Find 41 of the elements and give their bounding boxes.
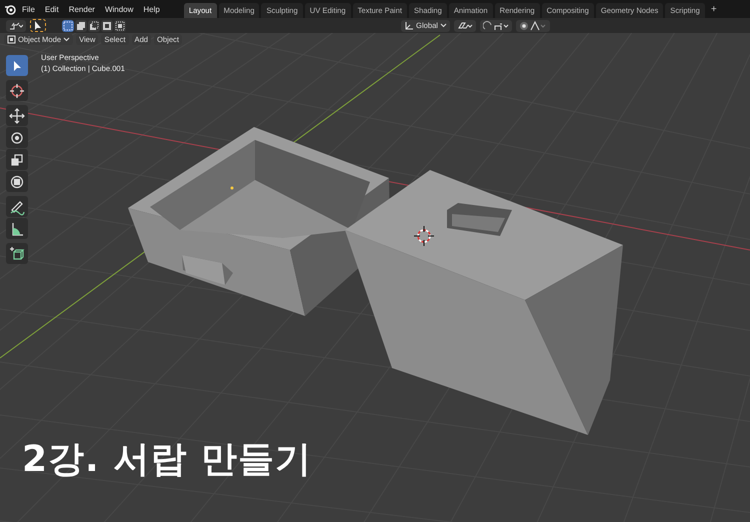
pivot-icon xyxy=(457,20,473,30)
object-origin-dot xyxy=(230,186,234,190)
axes-icon xyxy=(404,20,414,30)
menu-item[interactable]: Render xyxy=(64,4,99,14)
select-tool-button[interactable] xyxy=(6,55,28,76)
measure-tool-button[interactable] xyxy=(6,218,28,239)
rotate-tool-button[interactable] xyxy=(6,127,28,148)
move-arrows-icon xyxy=(8,106,26,124)
pivot-point-dropdown[interactable] xyxy=(454,20,476,32)
chevron-down-icon xyxy=(440,23,447,28)
menu-item[interactable]: File xyxy=(18,4,39,14)
add-workspace-button[interactable]: + xyxy=(706,4,721,14)
blender-logo-icon[interactable] xyxy=(4,3,16,15)
cursor-tool-button[interactable] xyxy=(6,80,28,101)
menu-item[interactable]: Window xyxy=(100,4,138,14)
chevron-down-icon xyxy=(63,37,70,42)
snap-icon xyxy=(483,20,509,30)
crosshair-icon xyxy=(8,82,26,100)
transform-tool-button[interactable] xyxy=(6,171,28,192)
3d-cursor-icon xyxy=(414,226,434,246)
select-tool-button[interactable] xyxy=(30,19,46,32)
selection-mode-button[interactable] xyxy=(88,20,100,32)
selection-mode-button[interactable] xyxy=(75,20,87,32)
menu-item[interactable]: Help xyxy=(139,4,164,14)
scale-tool-button[interactable] xyxy=(6,149,28,170)
selection-mode-button[interactable] xyxy=(101,20,113,32)
editor-type-button[interactable] xyxy=(6,20,26,32)
snap-button[interactable] xyxy=(480,20,512,32)
selection-mode-button[interactable] xyxy=(62,20,74,32)
falloff-icon xyxy=(519,20,547,30)
move-tool-button[interactable] xyxy=(6,105,28,126)
object-mode-icon xyxy=(7,35,16,44)
annotate-tool-button[interactable] xyxy=(6,196,28,217)
add-cube-tool-button[interactable] xyxy=(6,243,28,264)
menu-item[interactable]: Edit xyxy=(40,4,63,14)
lesson-title: 2강. 서랍 만들기 xyxy=(22,438,312,482)
selection-mode-button[interactable] xyxy=(114,20,126,32)
proportional-editing-button[interactable] xyxy=(516,20,550,32)
add-cube-icon xyxy=(8,244,26,262)
cursor-arrow-icon xyxy=(34,21,42,30)
editor-type-icon xyxy=(9,20,23,30)
